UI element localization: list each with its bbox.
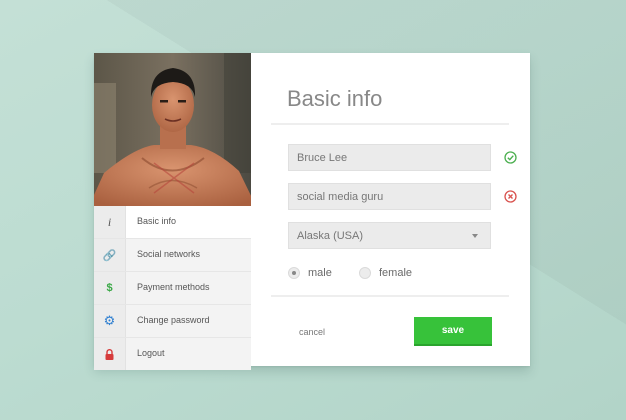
sidebar-item-basic-info[interactable]: i Basic info	[94, 206, 251, 238]
chevron-down-icon	[472, 234, 478, 238]
sidebar-item-logout[interactable]: Logout	[94, 337, 251, 370]
info-icon: i	[94, 206, 126, 238]
sidebar-item-label: Payment methods	[137, 282, 210, 292]
radio-unselected-icon	[359, 267, 371, 279]
save-button[interactable]: save	[414, 317, 492, 346]
check-circle-icon	[504, 151, 517, 164]
name-input[interactable]: Bruce Lee	[288, 144, 491, 171]
cancel-button[interactable]: cancel	[299, 327, 325, 337]
radio-label-female: female	[379, 267, 413, 279]
profile-photo	[94, 53, 251, 206]
sidebar-nav: i Basic info 🔗 Social networks $ Payment…	[94, 206, 251, 370]
sidebar: i Basic info 🔗 Social networks $ Payment…	[94, 53, 251, 370]
main-panel: Basic info Bruce Lee social media guru A…	[251, 53, 530, 366]
radio-label-male: male	[308, 267, 332, 279]
sidebar-item-social-networks[interactable]: 🔗 Social networks	[94, 238, 251, 271]
location-select[interactable]: Alaska (USA)	[288, 222, 491, 249]
sidebar-item-label: Logout	[137, 348, 165, 358]
sidebar-item-label: Change password	[137, 315, 210, 325]
sidebar-item-label: Basic info	[137, 216, 177, 226]
dollar-icon: $	[94, 272, 126, 304]
page-title: Basic info	[287, 86, 383, 111]
form-divider	[271, 295, 509, 297]
gender-radio-female[interactable]: female	[359, 266, 412, 280]
location-select-value: Alaska (USA)	[297, 230, 364, 242]
sidebar-item-change-password[interactable]: ⚙ Change password	[94, 304, 251, 337]
gear-icon: ⚙	[94, 305, 126, 337]
title-divider	[271, 123, 509, 125]
link-icon: 🔗	[94, 239, 126, 271]
bio-input[interactable]: social media guru	[288, 183, 491, 210]
error-circle-icon	[504, 190, 517, 203]
sidebar-item-payment-methods[interactable]: $ Payment methods	[94, 271, 251, 304]
lock-icon	[94, 338, 126, 370]
sidebar-item-label: Social networks	[137, 249, 201, 259]
radio-selected-icon	[288, 267, 300, 279]
profile-card: i Basic info 🔗 Social networks $ Payment…	[94, 53, 530, 370]
gender-radio-male[interactable]: male	[288, 266, 332, 280]
